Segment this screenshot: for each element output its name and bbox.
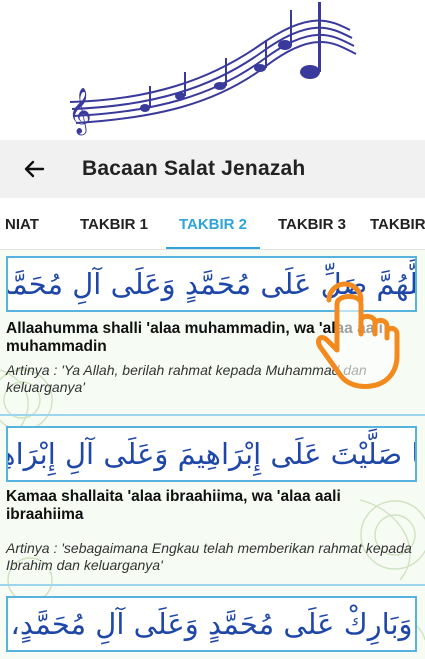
- tab-takbir-2-label: TAKBIR 2: [178, 215, 248, 233]
- latin-verse-2: Kamaa shallaita 'alaa ibraahiima, wa 'al…: [6, 488, 341, 523]
- arrow-left-icon: [24, 160, 45, 178]
- verse-divider: [0, 414, 425, 416]
- tab-takbir-2[interactable]: TAKBIR 2: [166, 198, 260, 249]
- music-staff-icon: 𝄞: [68, 2, 357, 136]
- verse-divider: [0, 584, 425, 586]
- back-button[interactable]: [16, 151, 52, 187]
- header-banner: 𝄞: [0, 0, 425, 140]
- meaning-verse-2: Artinya : 'sebagaimana Engkau telah memb…: [6, 540, 412, 573]
- tab-takbir-3[interactable]: TAKBIR 3: [270, 198, 354, 249]
- tab-takbir-1[interactable]: TAKBIR 1: [72, 198, 156, 249]
- arabic-verse-3: وَبَارِكْ عَلَى مُحَمَّدٍ وَعَلَى آلِ مُ…: [6, 596, 417, 652]
- tap-hand-icon: [316, 281, 400, 389]
- tab-bar: NIAT TAKBIR 1 TAKBIR 2 TAKBIR 3 TAKBIR: [0, 198, 425, 250]
- tab-niat[interactable]: NIAT: [0, 198, 44, 249]
- tab-takbir-4[interactable]: TAKBIR: [370, 198, 425, 249]
- app-bar: Bacaan Salat Jenazah: [0, 140, 425, 198]
- page-title: Bacaan Salat Jenazah: [82, 157, 306, 180]
- svg-text:𝄞: 𝄞: [68, 88, 92, 136]
- arabic-verse-2: كَمَا صَلَّيْتَ عَلَى إِبْرَاهِيمَ وَعَل…: [6, 426, 417, 482]
